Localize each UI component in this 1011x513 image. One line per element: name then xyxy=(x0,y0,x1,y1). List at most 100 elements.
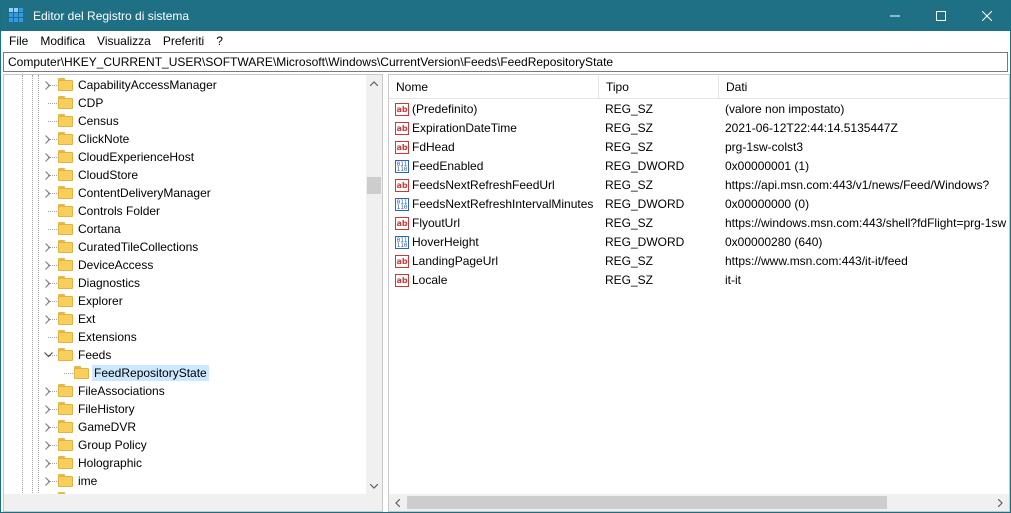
tree-item-label: CloudExperienceHost xyxy=(78,150,195,164)
tree-item[interactable]: ClickNote xyxy=(4,130,368,148)
menu-visualizza[interactable]: Visualizza xyxy=(91,31,157,51)
list-header: Nome Tipo Dati xyxy=(389,75,1009,99)
column-header-type[interactable]: Tipo xyxy=(599,75,719,99)
value-type: REG_SZ xyxy=(605,121,654,135)
tree-item[interactable]: Feeds xyxy=(4,346,368,364)
tree-item[interactable]: CDP xyxy=(4,94,368,112)
chevron-down-icon[interactable] xyxy=(43,346,53,364)
scroll-down-arrow-icon[interactable] xyxy=(366,478,382,495)
menu-file[interactable]: File xyxy=(3,31,34,51)
tree-item[interactable]: Explorer xyxy=(4,292,368,310)
chevron-right-icon[interactable] xyxy=(43,148,53,166)
chevron-right-icon[interactable] xyxy=(43,436,53,454)
maximize-button[interactable] xyxy=(918,1,964,31)
value-data: prg-1sw-colst3 xyxy=(725,140,804,154)
tree-item[interactable]: Extensions xyxy=(4,328,368,346)
menu-preferiti[interactable]: Preferiti xyxy=(157,31,210,51)
tree-item[interactable]: ime xyxy=(4,472,368,490)
chevron-right-icon[interactable] xyxy=(43,418,53,436)
tree-item[interactable]: CloudExperienceHost xyxy=(4,148,368,166)
tree-item[interactable]: CloudStore xyxy=(4,166,368,184)
tree-item[interactable]: GameDVR xyxy=(4,418,368,436)
chevron-right-icon[interactable] xyxy=(43,238,53,256)
list-item[interactable]: ab (Predefinito) REG_SZ (valore non imposta… xyxy=(389,100,1009,119)
value-name: ExpirationDateTime xyxy=(412,121,517,135)
tree-item[interactable]: Group Policy xyxy=(4,436,368,454)
tree-item[interactable]: Ext xyxy=(4,310,368,328)
minimize-button[interactable] xyxy=(872,1,918,31)
scroll-right-arrow-icon[interactable] xyxy=(992,494,1009,511)
chevron-right-icon[interactable] xyxy=(43,472,53,490)
tree-item[interactable]: Controls Folder xyxy=(4,202,368,220)
value-name-cell: 011 110 FeedsNextRefreshIntervalMinutes xyxy=(389,195,599,214)
tree-item[interactable]: CuratedTileCollections xyxy=(4,238,368,256)
ab-string-icon: ab xyxy=(395,179,409,192)
value-data: it-it xyxy=(725,273,741,287)
value-name: FdHead xyxy=(412,140,455,154)
tree-horizontal-scrollbar[interactable] xyxy=(4,494,382,511)
column-header-name[interactable]: Nome xyxy=(389,75,599,99)
list-scroll-thumb[interactable] xyxy=(407,496,887,509)
chevron-right-icon[interactable] xyxy=(43,292,53,310)
tree-item[interactable]: DeviceAccess xyxy=(4,256,368,274)
tree-item[interactable]: FileHistory xyxy=(4,400,368,418)
list-item[interactable]: ab ExpirationDateTime REG_SZ 2021-06-12T22:… xyxy=(389,119,1009,138)
tree-item-label: GameDVR xyxy=(78,420,137,434)
tree-vertical-scrollbar[interactable] xyxy=(366,75,382,495)
tree-connector xyxy=(48,211,57,212)
list-item[interactable]: ab FdHead REG_SZ prg-1sw-colst3 xyxy=(389,138,1009,157)
menu-bar: File Modifica Visualizza Preferiti ? xyxy=(1,31,1010,51)
list-horizontal-scrollbar[interactable] xyxy=(389,494,1009,511)
value-type: REG_DWORD xyxy=(605,197,685,211)
value-name-cell: ab (Predefinito) xyxy=(389,100,599,119)
tree-item-label: CuratedTileCollections xyxy=(78,240,199,254)
chevron-right-icon[interactable] xyxy=(43,184,53,202)
value-name-cell: 011 110 HoverHeight xyxy=(389,233,599,252)
list-item[interactable]: 011 110 HoverHeight REG_DWORD 0x00000280 (64… xyxy=(389,233,1009,252)
column-header-data[interactable]: Dati xyxy=(719,75,1009,99)
close-button[interactable] xyxy=(964,1,1010,31)
chevron-right-icon[interactable] xyxy=(43,256,53,274)
chevron-right-icon[interactable] xyxy=(43,76,53,94)
binary-dword-icon: 011 110 xyxy=(395,198,409,211)
folder-icon xyxy=(58,222,73,235)
key-tree-pane[interactable]: CapabilityAccessManager CDP Census ClickNot… xyxy=(3,74,383,512)
tree-item[interactable]: Cortana xyxy=(4,220,368,238)
chevron-right-icon[interactable] xyxy=(43,400,53,418)
chevron-right-icon[interactable] xyxy=(43,130,53,148)
chevron-right-icon[interactable] xyxy=(43,274,53,292)
value-name-cell: ab Locale xyxy=(389,271,599,290)
list-item[interactable]: 011 110 FeedsNextRefreshIntervalMinutes REG… xyxy=(389,195,1009,214)
address-bar[interactable]: Computer\HKEY_CURRENT_USER\SOFTWARE\Micr… xyxy=(3,52,1008,72)
folder-icon xyxy=(58,384,73,397)
list-item[interactable]: ab FeedsNextRefreshFeedUrl REG_SZ https://a… xyxy=(389,176,1009,195)
folder-icon xyxy=(58,150,73,163)
ab-string-icon: ab xyxy=(395,274,409,287)
menu-help[interactable]: ? xyxy=(210,31,229,51)
scroll-up-arrow-icon[interactable] xyxy=(366,75,382,92)
chevron-right-icon[interactable] xyxy=(43,310,53,328)
tree-item[interactable]: Holographic xyxy=(4,454,368,472)
scroll-left-arrow-icon[interactable] xyxy=(389,494,406,511)
menu-modifica[interactable]: Modifica xyxy=(34,31,91,51)
chevron-right-icon[interactable] xyxy=(43,382,53,400)
tree-item[interactable]: Census xyxy=(4,112,368,130)
tree-item[interactable]: CapabilityAccessManager xyxy=(4,76,368,94)
chevron-right-icon[interactable] xyxy=(43,454,53,472)
chevron-right-icon[interactable] xyxy=(43,166,53,184)
list-item[interactable]: ab LandingPageUrl REG_SZ https://www.msn.co… xyxy=(389,252,1009,271)
value-type: REG_SZ xyxy=(605,102,654,116)
value-name: (Predefinito) xyxy=(412,102,478,116)
tree-item[interactable]: FileAssociations xyxy=(4,382,368,400)
folder-icon xyxy=(58,240,73,253)
tree-item[interactable]: ContentDeliveryManager xyxy=(4,184,368,202)
values-list-pane[interactable]: Nome Tipo Dati ab (Predefinito) REG_SZ (val… xyxy=(388,74,1010,512)
tree-item[interactable]: Diagnostics xyxy=(4,274,368,292)
list-item[interactable]: 011 110 FeedEnabled REG_DWORD 0x00000001 (1) xyxy=(389,157,1009,176)
tree-scroll-thumb[interactable] xyxy=(367,177,381,194)
tree-item-label: FeedRepositoryState xyxy=(92,365,209,381)
list-item[interactable]: ab FlyoutUrl REG_SZ https://windows.msn.com… xyxy=(389,214,1009,233)
list-item[interactable]: ab Locale REG_SZ it-it xyxy=(389,271,1009,290)
value-name: FeedsNextRefreshIntervalMinutes xyxy=(412,197,594,211)
tree-item[interactable]: FeedRepositoryState xyxy=(4,364,368,382)
